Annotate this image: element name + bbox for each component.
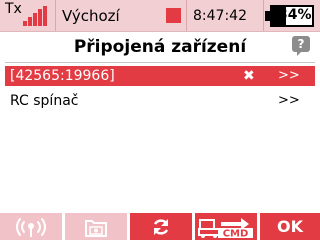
list-item[interactable]: [42565:19966] ✖ >> (5, 66, 315, 86)
photo-folder-button[interactable] (65, 213, 127, 240)
page-title: Připojená zařízení (73, 37, 247, 57)
radio-signal-button[interactable] (0, 213, 62, 240)
status-bar: Tx Výchozí 8:47:42 34% (0, 0, 320, 32)
refresh-icon (153, 218, 169, 235)
ok-button[interactable]: OK (260, 213, 320, 240)
clock-box: 8:47:42 (188, 0, 264, 31)
signal-bars-icon (23, 6, 51, 26)
chevron-right-icon[interactable]: >> (278, 92, 300, 110)
device-label: [42565:19966] (10, 68, 115, 84)
close-icon[interactable]: ✖ (243, 67, 255, 85)
radio-signal-icon (16, 217, 46, 237)
cmd-icon: CMD (198, 217, 253, 239)
device-label: RC spínač (10, 93, 79, 109)
record-indicator-icon (166, 8, 181, 23)
clock: 8:47:42 (193, 8, 247, 24)
list-item[interactable]: RC spínač >> (5, 91, 315, 111)
model-name: Výchozí (62, 7, 120, 25)
title-divider (5, 62, 315, 63)
tx-label: Tx (5, 1, 22, 17)
refresh-button[interactable] (130, 213, 192, 240)
chevron-right-icon[interactable]: >> (278, 67, 300, 85)
bottom-toolbar: CMD OK (0, 213, 320, 240)
battery-percent: 34% (278, 7, 312, 23)
cmd-label: CMD (223, 228, 249, 239)
folder-photo-icon (85, 219, 107, 237)
tx-signal-indicator: Tx (0, 0, 56, 31)
cmd-button[interactable]: CMD (195, 213, 257, 240)
ok-label: OK (277, 217, 303, 236)
help-icon[interactable]: ? (292, 36, 310, 56)
